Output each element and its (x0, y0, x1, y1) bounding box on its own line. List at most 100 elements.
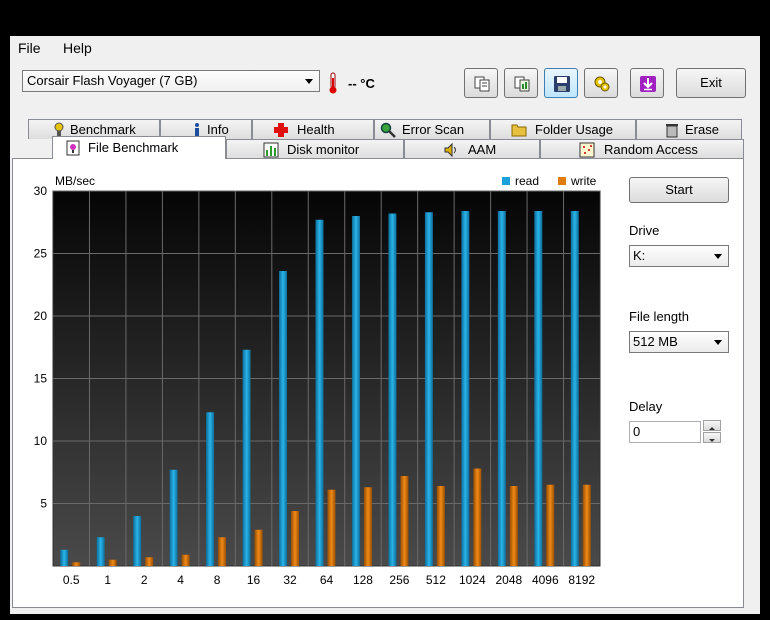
bar-read (60, 549, 69, 566)
menu-bar: File Help (10, 36, 760, 60)
bar-read (315, 219, 324, 566)
delay-input[interactable]: 0 (629, 421, 701, 443)
y-tick-label: 30 (34, 184, 48, 198)
y-tick-label: 25 (34, 247, 48, 261)
bar-write (145, 557, 154, 566)
bar-write (473, 468, 482, 566)
x-tick-label: 2 (141, 573, 148, 587)
y-tick-label: 15 (34, 372, 48, 386)
tab-random-access[interactable]: Random Access (540, 139, 744, 159)
bar-write (582, 484, 591, 566)
bar-read (133, 516, 142, 566)
download-button[interactable] (630, 68, 664, 98)
bar-read (424, 212, 433, 566)
legend-read-label: read (515, 174, 539, 188)
copy-icon (474, 76, 490, 92)
download-arrow-icon (640, 76, 656, 92)
toolbar: Corsair Flash Voyager (7 GB) -- °C Exit (10, 62, 760, 110)
x-tick-label: 16 (247, 573, 261, 587)
drive-combo-value: K: (633, 248, 646, 263)
bar-read (96, 537, 105, 566)
chevron-down-icon (714, 340, 722, 345)
copy-text-button[interactable] (464, 68, 498, 98)
x-tick-label: 4 (177, 573, 184, 587)
bar-read (497, 211, 506, 566)
file-benchmark-panel: 5 10 15 20 25 30 0.5 1 2 4 8 16 32 64 128 256 512 1024 20… (12, 158, 744, 608)
y-axis-label: MB/sec (55, 174, 95, 188)
copy-image-button[interactable] (504, 68, 538, 98)
bar-write (400, 476, 409, 566)
tab-aam[interactable]: AAM (404, 139, 540, 159)
bar-write (436, 486, 445, 566)
bar-write (72, 562, 81, 566)
y-tick-label: 20 (34, 309, 48, 323)
file-length-combo[interactable]: 512 MB (629, 331, 729, 353)
folder-icon (511, 124, 527, 137)
start-button[interactable]: Start (629, 177, 729, 203)
tab-error-scan[interactable]: Error Scan (374, 119, 490, 139)
speaker-icon (444, 142, 456, 158)
bar-read (206, 412, 215, 566)
menu-file[interactable]: File (18, 40, 41, 56)
x-tick-label: 8192 (568, 573, 595, 587)
x-tick-label: 64 (320, 573, 334, 587)
chevron-down-icon (709, 439, 715, 442)
x-tick-label: 2048 (495, 573, 522, 587)
bar-write (218, 537, 227, 566)
drive-label: Drive (629, 223, 660, 238)
health-cross-icon (274, 123, 288, 137)
floppy-disk-icon (554, 76, 570, 92)
tab-file-benchmark[interactable]: File Benchmark (52, 136, 226, 159)
bar-read (242, 349, 251, 566)
tab-folder-usage[interactable]: Folder Usage (490, 119, 636, 139)
x-tick-label: 8 (214, 573, 221, 587)
legend-read-swatch (502, 177, 510, 185)
drive-select-value: Corsair Flash Voyager (7 GB) (27, 73, 198, 88)
bar-read (279, 271, 288, 566)
x-tick-label: 32 (283, 573, 297, 587)
drive-select[interactable]: Corsair Flash Voyager (7 GB) (22, 70, 320, 92)
x-tick-label: 0.5 (63, 573, 80, 587)
x-tick-label: 1 (104, 573, 111, 587)
bar-write (363, 487, 372, 566)
x-tick-label: 4096 (532, 573, 559, 587)
exit-button[interactable]: Exit (676, 68, 746, 98)
copy-image-icon (514, 76, 530, 92)
delay-increment-button[interactable] (703, 420, 721, 431)
tab-disk-monitor[interactable]: Disk monitor (226, 139, 404, 159)
y-tick-label: 10 (34, 434, 48, 448)
chevron-down-icon (305, 79, 313, 84)
chevron-down-icon (714, 254, 722, 259)
trash-icon (666, 124, 678, 138)
tab-erase[interactable]: Erase (636, 119, 742, 139)
delay-label: Delay (629, 399, 663, 414)
bar-write (108, 559, 117, 566)
bar-read (169, 469, 178, 566)
tab-health[interactable]: Health (252, 119, 374, 139)
bar-write (509, 486, 518, 566)
x-tick-label: 256 (389, 573, 409, 587)
legend-write-swatch (558, 177, 566, 185)
save-button[interactable] (544, 68, 578, 98)
bar-read (388, 213, 397, 566)
file-benchmark-icon (66, 140, 80, 156)
x-tick-label: 1024 (459, 573, 486, 587)
bar-read (534, 211, 543, 566)
bar-read (351, 216, 360, 566)
bar-graph-icon (263, 142, 279, 158)
delay-decrement-button[interactable] (703, 432, 721, 443)
options-button[interactable] (584, 68, 618, 98)
x-tick-label: 512 (426, 573, 446, 587)
drive-combo[interactable]: K: (629, 245, 729, 267)
bar-write (181, 554, 190, 566)
bar-write (291, 511, 300, 566)
x-tick-label: 128 (353, 573, 373, 587)
menu-help[interactable]: Help (63, 40, 92, 56)
gears-icon (594, 76, 610, 92)
benchmark-chart: 5 10 15 20 25 30 0.5 1 2 4 8 16 32 64 128 256 512 1024 20… (34, 174, 601, 587)
file-length-label: File length (629, 309, 689, 324)
magnifier-icon (380, 122, 396, 138)
thermometer-icon (329, 72, 337, 94)
y-tick-label: 5 (40, 497, 47, 511)
bar-write (254, 529, 263, 566)
